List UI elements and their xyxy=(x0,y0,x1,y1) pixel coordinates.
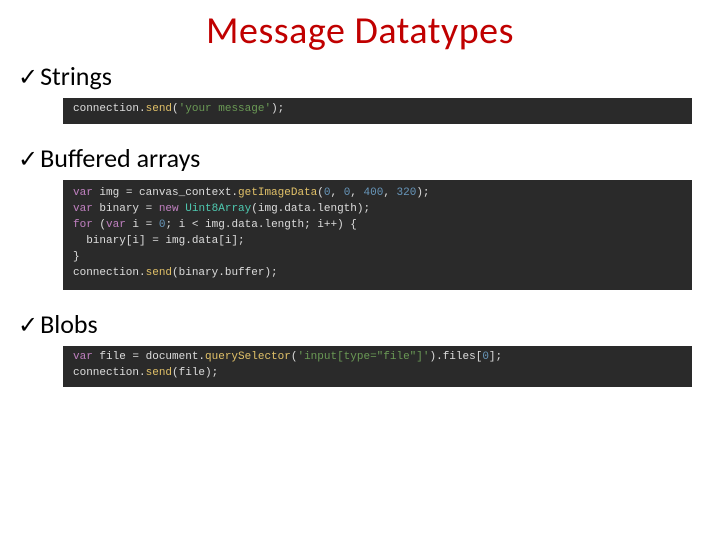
bullet-blobs-label: Blobs xyxy=(40,308,98,340)
code-token: querySelector xyxy=(205,351,291,363)
code-token: binary = xyxy=(93,203,159,215)
bullet-blobs: ✓ Blobs xyxy=(18,308,702,340)
code-token: ; i < img.data.length; i++) { xyxy=(165,219,356,231)
code-token: (binary.buffer); xyxy=(172,267,278,279)
code-token: ( xyxy=(172,103,179,115)
code-token: ( xyxy=(93,219,106,231)
code-token: file = document. xyxy=(93,351,205,363)
code-token: ]; xyxy=(489,351,502,363)
code-token: 400 xyxy=(364,187,384,199)
code-token: var xyxy=(73,203,93,215)
code-token: (file); xyxy=(172,367,218,379)
code-token: Uint8Array xyxy=(185,203,251,215)
code-token: new xyxy=(159,203,179,215)
code-token: ); xyxy=(271,103,284,115)
code-block-buffered: var img = canvas_context.getImageData(0,… xyxy=(63,180,692,290)
code-block-blobs: var file = document.querySelector('input… xyxy=(63,346,692,388)
bullet-strings: ✓ Strings xyxy=(18,60,702,92)
code-token: , xyxy=(350,187,363,199)
code-token: connection. xyxy=(73,267,146,279)
code-token: (img.data.length); xyxy=(251,203,370,215)
code-token: ( xyxy=(317,187,324,199)
code-token: binary[i] = img.data[i]; xyxy=(73,235,245,247)
code-token: var xyxy=(73,351,93,363)
check-icon: ✓ xyxy=(18,145,38,174)
check-icon: ✓ xyxy=(18,311,38,340)
code-token: connection. xyxy=(73,367,146,379)
bullet-buffered-label: Buffered arrays xyxy=(40,142,200,174)
code-token: for xyxy=(73,219,93,231)
code-token: getImageData xyxy=(238,187,317,199)
code-token: send xyxy=(146,267,172,279)
code-token: img = canvas_context. xyxy=(93,187,238,199)
slide-title: Message Datatypes xyxy=(138,8,582,54)
check-icon: ✓ xyxy=(18,63,38,92)
code-token: 320 xyxy=(397,187,417,199)
bullet-strings-label: Strings xyxy=(40,60,112,92)
code-token: , xyxy=(330,187,343,199)
slide: Message Datatypes ✓ Strings connection.s… xyxy=(0,0,720,540)
code-block-strings: connection.send('your message'); xyxy=(63,98,692,124)
code-token: ).files[ xyxy=(430,351,483,363)
code-token: 'your message' xyxy=(179,103,271,115)
code-token: 'input[type="file"]' xyxy=(297,351,429,363)
code-token: var xyxy=(73,187,93,199)
code-token: send xyxy=(146,103,172,115)
code-token: send xyxy=(146,367,172,379)
code-token: var xyxy=(106,219,126,231)
code-token: connection. xyxy=(73,103,146,115)
bullet-buffered: ✓ Buffered arrays xyxy=(18,142,702,174)
code-token: 0 xyxy=(482,351,489,363)
code-token: } xyxy=(73,251,80,263)
code-token: ); xyxy=(416,187,429,199)
code-token: i = xyxy=(126,219,159,231)
code-token: , xyxy=(383,187,396,199)
